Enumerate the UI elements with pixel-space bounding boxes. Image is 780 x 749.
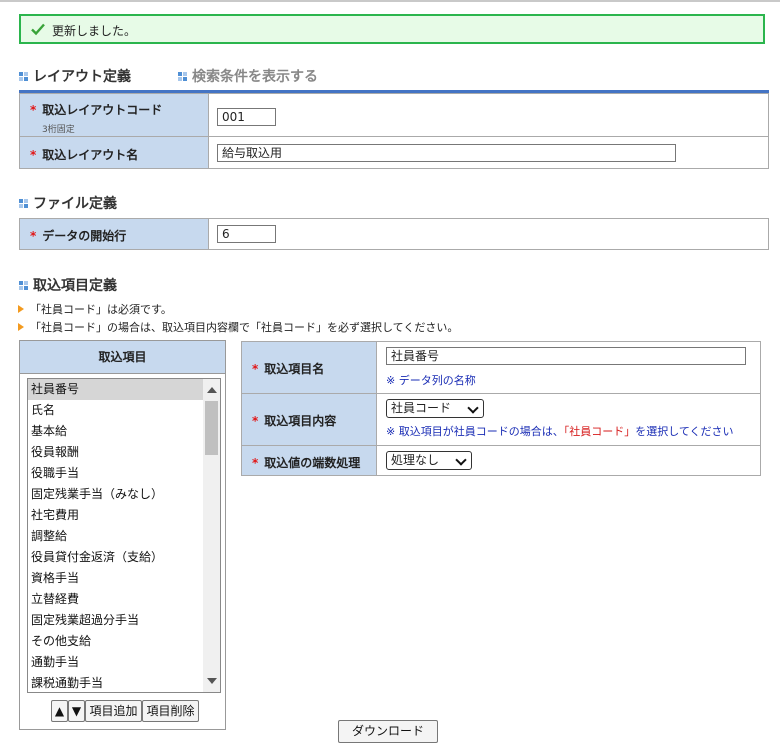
- list-item[interactable]: 立替経費: [28, 589, 220, 610]
- item-detail-form: * 取込項目名 社員番号 ※ データ列の名称 * 取込項目内容 社員コード ※ 取込…: [241, 341, 761, 476]
- list-item[interactable]: 社員番号: [28, 379, 220, 400]
- bullet-triangle-icon: [18, 323, 24, 331]
- scroll-thumb[interactable]: [205, 401, 218, 455]
- start-row-cell: 6: [208, 218, 769, 250]
- rounding-label: * 取込値の端数処理: [241, 445, 377, 476]
- file-form: * データの開始行 6: [19, 218, 769, 250]
- list-item[interactable]: 基本給: [28, 421, 220, 442]
- list-item[interactable]: 役員報酬: [28, 442, 220, 463]
- bullet-triangle-icon: [18, 305, 24, 313]
- alert-message: 更新しました。: [52, 24, 137, 38]
- list-item[interactable]: 課税通勤手当: [28, 673, 220, 692]
- download-button[interactable]: ダウンロード: [338, 720, 438, 743]
- list-item[interactable]: 資格手当: [28, 568, 220, 589]
- check-icon: [31, 23, 45, 36]
- items-panel: 取込項目 社員番号 氏名 基本給 役員報酬 役職手当 固定残業手当（みなし） 社宅費用 調整給…: [19, 340, 226, 730]
- item-name-hint: ※ データ列の名称: [386, 374, 476, 387]
- remove-item-button[interactable]: 項目削除: [142, 700, 199, 722]
- toggle-search-link[interactable]: 検索条件を表示する: [178, 66, 318, 86]
- scroll-down-icon[interactable]: [207, 678, 217, 684]
- list-item[interactable]: 役職手当: [28, 463, 220, 484]
- success-alert: 更新しました。: [19, 14, 765, 44]
- section-title-items: 取込項目定義: [19, 275, 117, 295]
- rounding-select[interactable]: 処理なし: [386, 451, 472, 470]
- list-item[interactable]: 役員貸付金返済（支給）: [28, 547, 220, 568]
- layout-code-label: * 取込レイアウトコード 3桁固定: [19, 93, 209, 137]
- list-item[interactable]: 氏名: [28, 400, 220, 421]
- list-item[interactable]: 固定残業超過分手当: [28, 610, 220, 631]
- item-content-select[interactable]: 社員コード: [386, 399, 484, 418]
- item-name-cell: 社員番号 ※ データ列の名称: [376, 341, 761, 394]
- list-item[interactable]: 固定残業手当（みなし）: [28, 484, 220, 505]
- layout-code-input[interactable]: 001: [217, 108, 276, 126]
- layout-name-cell: 給与取込用: [208, 136, 769, 169]
- section-title-layout: レイアウト定義: [19, 66, 131, 86]
- chevron-down-icon: [455, 454, 467, 466]
- note-select: 「社員コード」の場合は、取込項目内容欄で「社員コード」を必ず選択してください。: [18, 319, 458, 335]
- layout-form: * 取込レイアウトコード 3桁固定 001 * 取込レイアウト名 給与取込用: [19, 93, 769, 169]
- start-row-input[interactable]: 6: [217, 225, 276, 243]
- section-icon: [19, 281, 29, 291]
- layout-name-label: * 取込レイアウト名: [19, 136, 209, 169]
- items-list-header: 取込項目: [20, 341, 225, 374]
- item-content-hint: ※ 取込項目が社員コードの場合は、「社員コード」を選択してください: [386, 425, 734, 438]
- move-up-button[interactable]: ▲: [51, 700, 68, 722]
- scroll-up-icon[interactable]: [207, 387, 217, 393]
- item-content-label: * 取込項目内容: [241, 393, 377, 446]
- layout-name-input[interactable]: 給与取込用: [217, 144, 676, 162]
- listbox-scrollbar[interactable]: [203, 379, 220, 692]
- item-name-input[interactable]: 社員番号: [386, 347, 746, 365]
- list-item[interactable]: 通勤手当: [28, 652, 220, 673]
- rounding-cell: 処理なし: [376, 445, 761, 476]
- add-item-button[interactable]: 項目追加: [85, 700, 142, 722]
- section-icon: [19, 72, 29, 82]
- section-icon: [178, 72, 188, 82]
- item-name-label: * 取込項目名: [241, 341, 377, 394]
- section-title-file: ファイル定義: [19, 193, 117, 213]
- move-down-button[interactable]: ▼: [68, 700, 85, 722]
- note-required: 「社員コード」は必須です。: [18, 301, 172, 317]
- layout-code-sub: 3桁固定: [42, 125, 75, 135]
- layout-code-cell: 001: [208, 93, 769, 137]
- chevron-down-icon: [467, 402, 479, 414]
- top-border: [0, 0, 780, 2]
- section-icon: [19, 199, 29, 209]
- list-item[interactable]: 調整給: [28, 526, 220, 547]
- items-listbox[interactable]: 社員番号 氏名 基本給 役員報酬 役職手当 固定残業手当（みなし） 社宅費用 調整給 役員貸付金…: [27, 378, 221, 693]
- list-item[interactable]: 社宅費用: [28, 505, 220, 526]
- list-item[interactable]: その他支給: [28, 631, 220, 652]
- start-row-label: * データの開始行: [19, 218, 209, 250]
- item-content-cell: 社員コード ※ 取込項目が社員コードの場合は、「社員コード」を選択してください: [376, 393, 761, 446]
